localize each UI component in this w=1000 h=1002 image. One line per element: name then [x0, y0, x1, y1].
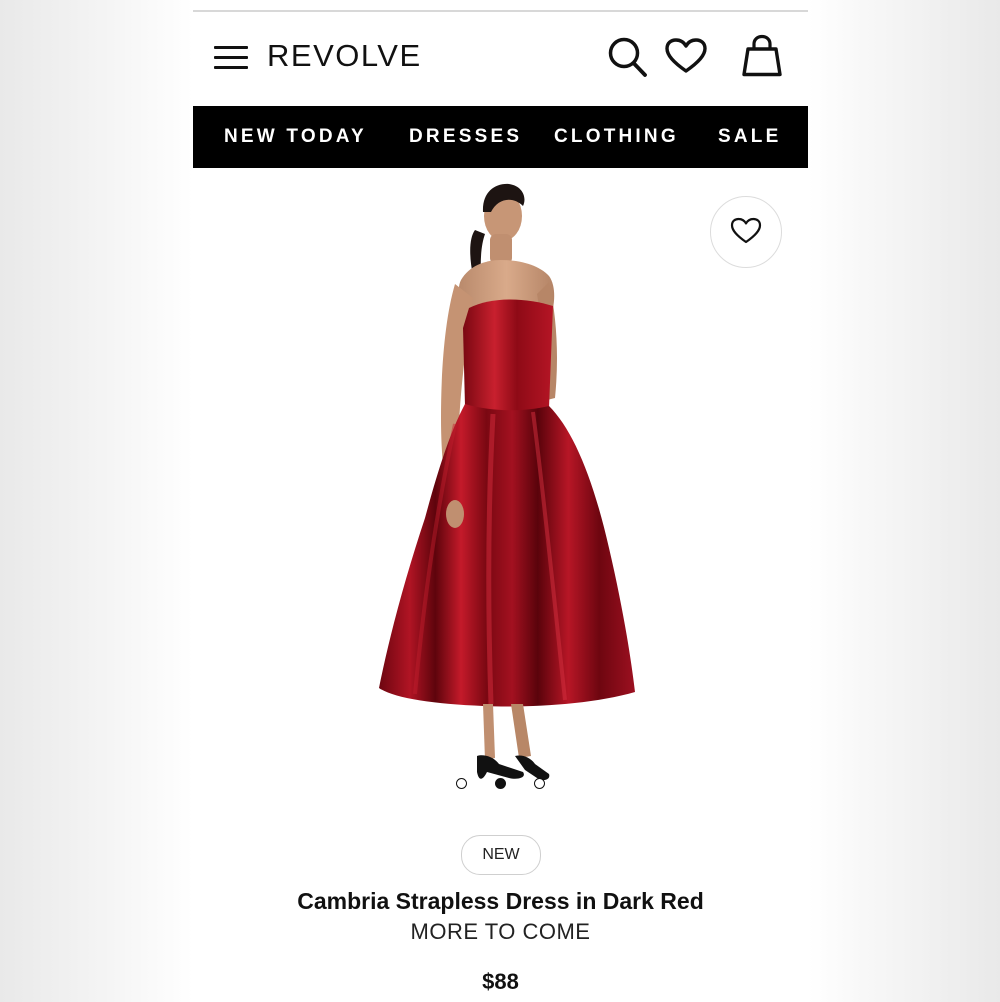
gallery-dot-3[interactable]	[534, 778, 545, 789]
product-name[interactable]: Cambria Strapless Dress in Dark Red	[193, 888, 808, 915]
search-icon[interactable]	[607, 36, 649, 85]
heart-outline-icon	[730, 217, 762, 244]
app-screen: REVOLVE NEW TODAY DRESSES CLOTHING SALE	[193, 10, 808, 1002]
product-brand[interactable]: MORE TO COME	[193, 919, 808, 945]
nav-item-new-today[interactable]: NEW TODAY	[224, 106, 367, 168]
nav-item-clothing[interactable]: CLOTHING	[554, 106, 679, 168]
menu-icon[interactable]	[214, 46, 248, 70]
heart-icon[interactable]	[665, 38, 707, 79]
product-price: $88	[482, 969, 519, 994]
product-image-gallery[interactable]	[193, 168, 808, 808]
gallery-dot-2[interactable]	[495, 778, 506, 789]
brand-logo[interactable]: REVOLVE	[267, 38, 422, 74]
add-to-wishlist-button[interactable]	[710, 196, 782, 268]
top-header: REVOLVE	[193, 12, 808, 106]
gallery-dot-1[interactable]	[456, 778, 467, 789]
product-photo	[379, 183, 635, 781]
gallery-pagination	[193, 774, 808, 794]
new-badge: NEW	[461, 835, 541, 875]
shopping-bag-icon[interactable]	[740, 34, 784, 83]
category-nav: NEW TODAY DRESSES CLOTHING SALE	[193, 106, 808, 168]
nav-item-sale[interactable]: SALE	[718, 106, 781, 168]
nav-item-dresses[interactable]: DRESSES	[409, 106, 522, 168]
